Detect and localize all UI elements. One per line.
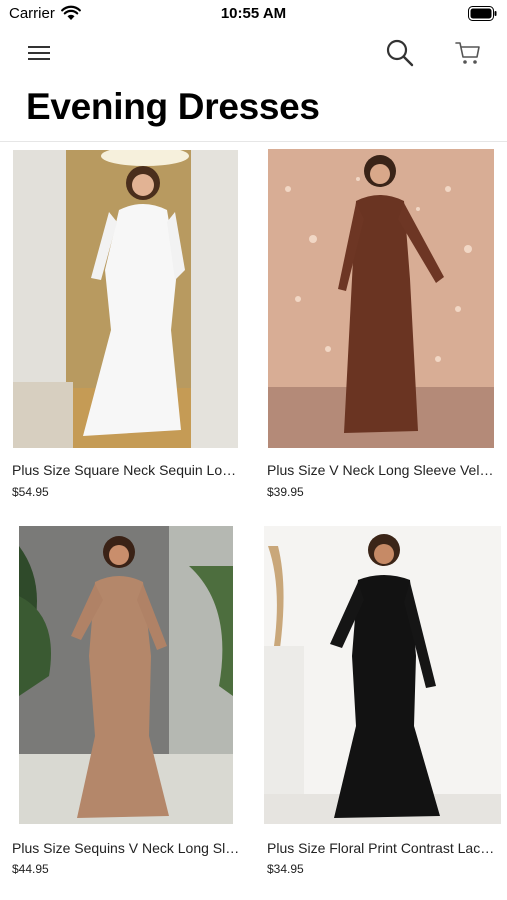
product-card[interactable]: Plus Size Floral Print Contrast Lace Dre… [254,519,507,889]
product-price: $39.95 [267,485,304,499]
product-name: Plus Size Floral Print Contrast Lace Dre… [267,840,495,856]
product-image[interactable] [268,149,494,448]
product-price: $34.95 [267,862,304,876]
hamburger-menu-icon[interactable] [26,41,56,65]
navigation-bar [0,30,507,76]
clock: 10:55 AM [220,5,287,22]
battery-icon [468,6,497,21]
product-price: $44.95 [12,862,49,876]
product-image[interactable] [264,526,501,824]
product-image[interactable] [13,150,238,448]
product-price: $54.95 [12,485,49,499]
status-bar: Carrier 10:55 AM [0,0,507,28]
product-card[interactable]: Plus Size V Neck Long Sleeve Velvet Dres… [254,142,507,512]
product-name: Plus Size Square Neck Sequin Long Sleeve… [12,462,240,478]
page-title: Evening Dresses [26,86,320,127]
product-image[interactable] [19,526,233,824]
product-name: Plus Size V Neck Long Sleeve Velvet Dres… [267,462,495,478]
search-icon[interactable] [385,38,415,68]
product-card[interactable]: Plus Size Sequins V Neck Long Sleeve Dre… [0,519,253,889]
product-name: Plus Size Sequins V Neck Long Sleeve Dre… [12,840,240,856]
cart-icon[interactable] [454,39,482,67]
product-card[interactable]: Plus Size Square Neck Sequin Long Sleeve… [0,142,253,512]
